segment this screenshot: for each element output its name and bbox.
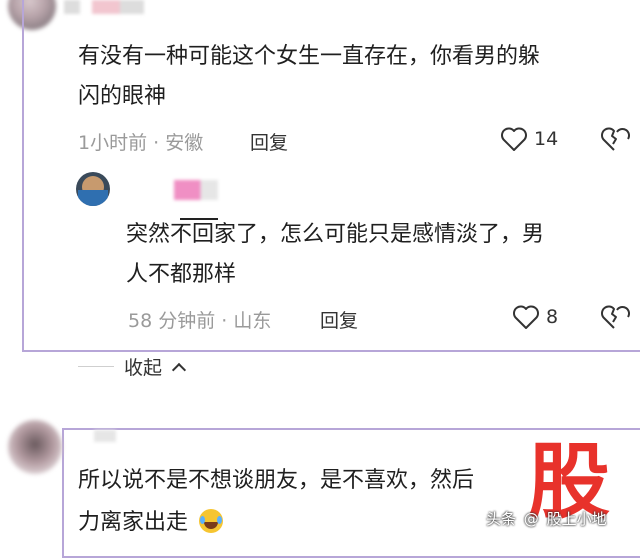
chevron-up-icon bbox=[171, 362, 187, 378]
dislike-icon[interactable] bbox=[600, 304, 630, 330]
commenter-name[interactable] bbox=[94, 430, 116, 442]
watermark-author: 股上小地 bbox=[546, 510, 607, 528]
dislike-icon[interactable] bbox=[600, 126, 630, 152]
comment-text-line: 有没有一种可能这个女生一直存在，你看男的躲 bbox=[78, 44, 541, 69]
collapse-label: 收起 bbox=[124, 357, 163, 379]
watermark-source: 头条 @ 股上小地 bbox=[486, 508, 607, 529]
collapse-divider bbox=[78, 366, 114, 367]
at-icon: @ bbox=[523, 510, 539, 528]
reply-button[interactable]: 回复 bbox=[250, 128, 288, 155]
reply-text-line: 人不都那样 bbox=[126, 262, 237, 287]
watermark-source-label: 头条 bbox=[486, 510, 517, 528]
replier-name[interactable] bbox=[130, 180, 218, 200]
like-count: 14 bbox=[534, 128, 559, 150]
reply-button[interactable]: 回复 bbox=[320, 306, 358, 333]
comment-text-line-wrap: 力离家出走 bbox=[78, 504, 224, 542]
reply-text-line: 突然不回家了，怎么可能只是感情淡了，男 bbox=[126, 222, 545, 247]
commenter-avatar[interactable] bbox=[8, 420, 62, 474]
comment-text-line: 所以说不是不想谈朋友，是不喜欢，然后 bbox=[78, 468, 475, 493]
comment-time-location: 1小时前 · 安徽 bbox=[78, 132, 204, 154]
comment-text-line: 闪的眼神 bbox=[78, 84, 167, 109]
replier-avatar[interactable] bbox=[76, 172, 110, 206]
collapse-button[interactable]: 收起 bbox=[124, 353, 187, 380]
like-count: 8 bbox=[546, 306, 559, 328]
like-icon[interactable] bbox=[500, 126, 528, 152]
crying-laughing-emoji-icon bbox=[199, 509, 224, 533]
comment-text-line: 力离家出走 bbox=[78, 510, 189, 535]
reply-time-location: 58 分钟前 · 山东 bbox=[128, 310, 272, 332]
like-icon[interactable] bbox=[512, 304, 540, 330]
